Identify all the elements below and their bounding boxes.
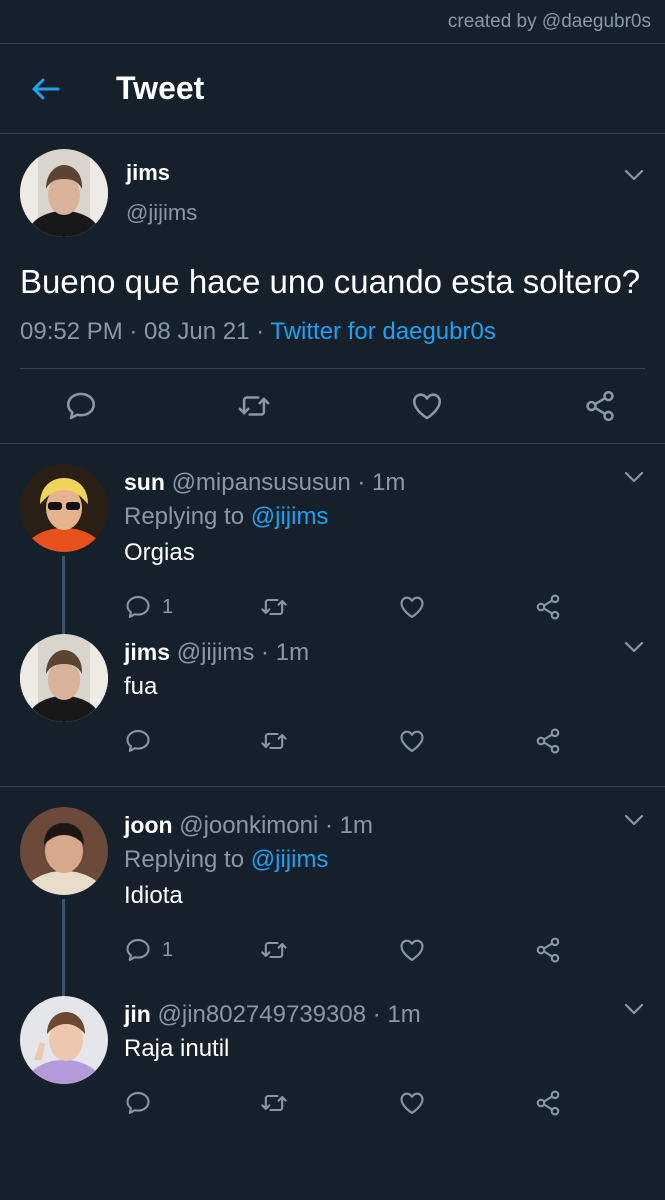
share-button[interactable]: [534, 1089, 562, 1117]
share-icon: [534, 1089, 562, 1117]
reply-author-name[interactable]: jin: [124, 1001, 151, 1027]
reply-icon: [124, 727, 152, 755]
avatar[interactable]: [20, 464, 108, 552]
share-icon: [583, 389, 617, 423]
replying-to-label: Replying to: [124, 846, 251, 873]
reply-tweet[interactable]: jin @jin802749739308 · 1m Raja inutil: [0, 976, 665, 1126]
like-button[interactable]: [410, 389, 444, 423]
top-bar: Tweet: [0, 44, 665, 134]
reply-count: 1: [162, 938, 174, 961]
reply-actions: [124, 705, 645, 777]
reply-text: fua: [124, 673, 158, 700]
avatar[interactable]: [20, 807, 108, 895]
chevron-down-icon[interactable]: [623, 813, 645, 827]
share-button[interactable]: [534, 936, 562, 964]
reply-icon: [124, 936, 152, 964]
share-icon: [534, 936, 562, 964]
like-icon: [398, 936, 426, 964]
reply-tweet[interactable]: jims @jijims · 1m fua: [0, 614, 665, 786]
credit-text: created by @daegubr0s: [0, 0, 665, 44]
reply-author-name[interactable]: joon: [124, 812, 173, 838]
tweet-actions: [0, 369, 665, 444]
main-tweet: jims @jijims Bueno que hace uno cuando e…: [0, 134, 665, 444]
reply-text: Orgias: [124, 539, 195, 566]
avatar[interactable]: [20, 996, 108, 1084]
reply-tweet[interactable]: sun @mipansususun · 1m Replying to @jiji…: [0, 444, 665, 636]
retweet-icon: [260, 727, 288, 755]
retweet-button[interactable]: [260, 727, 398, 755]
reply-icon: [64, 389, 98, 423]
retweet-button[interactable]: [260, 936, 398, 964]
reply-button[interactable]: [124, 727, 260, 755]
chevron-down-icon[interactable]: [623, 640, 645, 654]
reply-button[interactable]: [64, 389, 98, 423]
reply-text: Raja inutil: [124, 1035, 230, 1062]
reply-author-handle: @jin802749739308 · 1m: [157, 1001, 421, 1028]
retweet-icon: [260, 1089, 288, 1117]
mention-link[interactable]: @jijims: [251, 503, 329, 530]
like-button[interactable]: [398, 1089, 534, 1117]
chevron-down-icon[interactable]: [623, 1002, 645, 1016]
reply-author-handle: @jijims · 1m: [176, 639, 310, 666]
tweet-text: Bueno que hace uno cuando esta soltero?: [20, 263, 641, 300]
chevron-down-icon[interactable]: [623, 168, 645, 182]
author-handle[interactable]: @jijims: [126, 200, 197, 226]
reply-tweet[interactable]: joon @joonkimoni · 1m Replying to @jijim…: [0, 786, 665, 998]
like-icon: [398, 727, 426, 755]
mention-link[interactable]: @jijims: [251, 846, 329, 873]
back-button[interactable]: [26, 69, 66, 109]
tweet-source-link[interactable]: Twitter for daegubr0s: [270, 318, 495, 345]
retweet-icon: [237, 389, 271, 423]
back-arrow-icon: [32, 78, 60, 99]
like-button[interactable]: [398, 936, 534, 964]
page-title: Tweet: [116, 70, 205, 106]
reply-button[interactable]: [124, 1089, 260, 1117]
reply-actions: [124, 1067, 645, 1139]
avatar[interactable]: [20, 149, 108, 237]
avatar[interactable]: [20, 634, 108, 722]
tweet-meta: 09:52 PM · 08 Jun 21 · Twitter for daegu…: [20, 318, 645, 369]
reply-author-name[interactable]: jims: [124, 639, 170, 665]
share-icon: [534, 727, 562, 755]
share-button[interactable]: [583, 389, 617, 423]
share-button[interactable]: [534, 727, 562, 755]
retweet-button[interactable]: [237, 389, 271, 423]
replying-to-label: Replying to: [124, 503, 251, 530]
retweet-icon: [260, 936, 288, 964]
reply-text: Idiota: [124, 882, 183, 909]
chevron-down-icon[interactable]: [623, 470, 645, 484]
reply-author-handle: @mipansususun · 1m: [171, 469, 406, 496]
reply-button[interactable]: 1: [124, 936, 260, 964]
author-name[interactable]: jims: [126, 160, 197, 186]
reply-author-name[interactable]: sun: [124, 469, 165, 495]
reply-author-handle: @joonkimoni · 1m: [179, 812, 373, 839]
reply-icon: [124, 1089, 152, 1117]
like-button[interactable]: [398, 727, 534, 755]
like-icon: [398, 1089, 426, 1117]
like-icon: [410, 389, 444, 423]
retweet-button[interactable]: [260, 1089, 398, 1117]
tweet-timestamp: 09:52 PM · 08 Jun 21 ·: [20, 318, 271, 345]
